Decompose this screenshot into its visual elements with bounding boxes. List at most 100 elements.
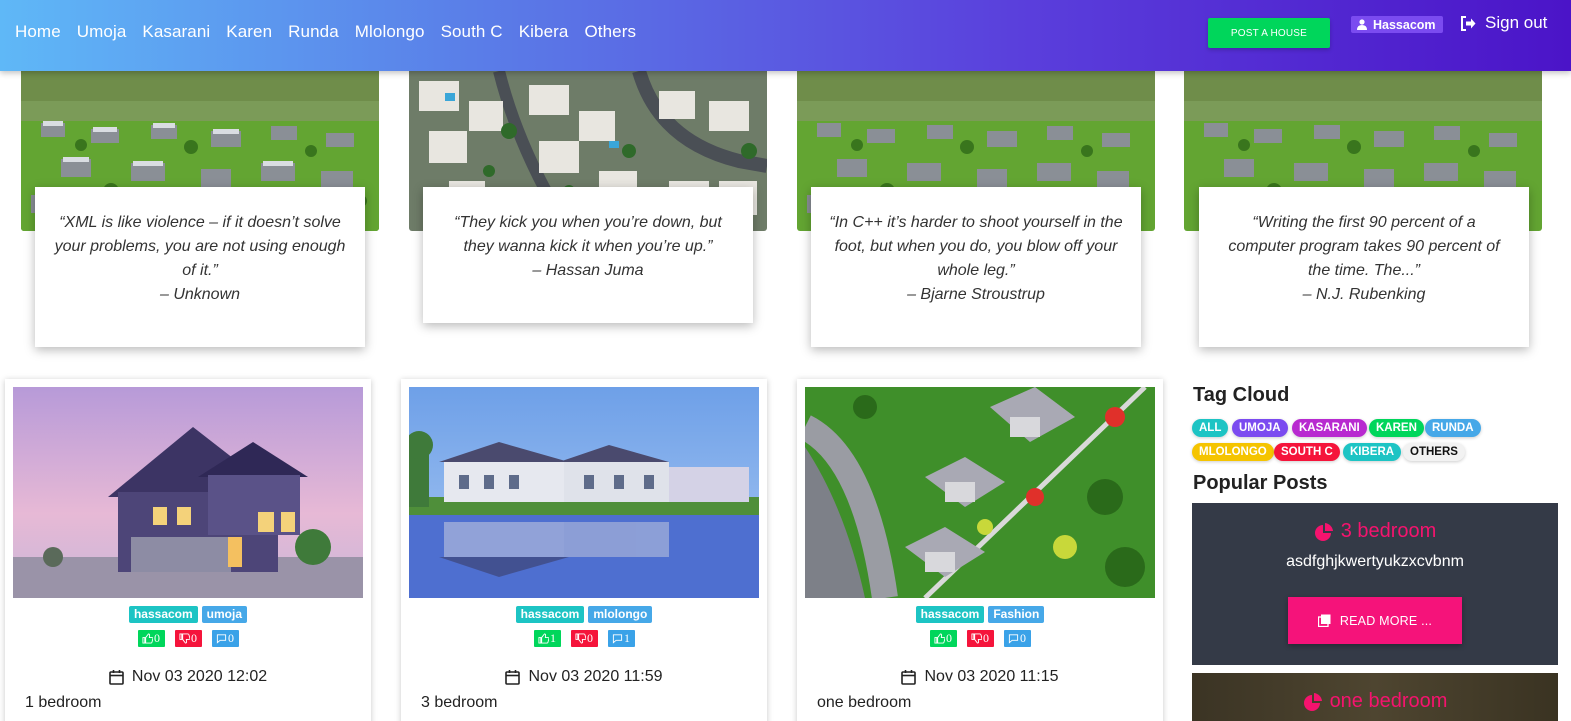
- like-button[interactable]: 0: [137, 630, 165, 647]
- calendar-icon: [109, 670, 124, 685]
- nav-link-mlolongo[interactable]: Mlolongo: [355, 22, 425, 42]
- post-image[interactable]: [409, 387, 759, 598]
- comment-icon: [612, 634, 623, 644]
- nav-links: Home Umoja Kasarani Karen Runda Mlolongo…: [15, 22, 652, 42]
- thumbs-up-icon: [934, 633, 945, 644]
- nav-link-others[interactable]: Others: [584, 22, 636, 42]
- calendar-icon: [505, 670, 521, 685]
- comment-count: 0: [228, 631, 234, 645]
- nav-link-south-c[interactable]: South C: [441, 22, 503, 42]
- sign-out-link[interactable]: Sign out: [1460, 13, 1547, 33]
- nav-link-umoja[interactable]: Umoja: [77, 22, 127, 42]
- post-reactions: 1 0 1: [401, 630, 767, 647]
- dislike-count: 0: [587, 631, 593, 645]
- sign-out-label: Sign out: [1485, 13, 1548, 32]
- sign-out-icon: [1461, 15, 1476, 31]
- user-badge[interactable]: Hassacom: [1351, 16, 1443, 33]
- testimonial-author: – Hassan Juma: [532, 262, 644, 279]
- post-image[interactable]: [13, 387, 363, 598]
- cloud-tag-mlolongo[interactable]: MLOLONGO: [1192, 443, 1274, 461]
- nav-link-home[interactable]: Home: [15, 22, 61, 42]
- cloud-tag-kibera[interactable]: KIBERA: [1343, 443, 1402, 461]
- post-card[interactable]: hassacom mlolongo 1 0 1 Nov 03 2020 11:5…: [401, 379, 767, 721]
- post-date-text: Nov 03 2020 11:15: [924, 668, 1059, 685]
- like-button[interactable]: 1: [533, 630, 561, 647]
- thumbs-down-icon: [179, 633, 190, 644]
- tag-location[interactable]: umoja: [201, 606, 248, 623]
- popular-post-1[interactable]: 3 bedroom asdfghjkwertyukzxcvbnm READ MO…: [1192, 503, 1558, 665]
- tag-cloud-heading: Tag Cloud: [1193, 384, 1290, 406]
- testimonial-quote: “Writing the first 90 percent of a compu…: [1228, 214, 1500, 279]
- nav-link-karen[interactable]: Karen: [226, 22, 272, 42]
- navbar: Home Umoja Kasarani Karen Runda Mlolongo…: [0, 0, 1571, 71]
- nav-link-kibera[interactable]: Kibera: [519, 22, 569, 42]
- tag-author[interactable]: hassacom: [915, 606, 985, 623]
- popular-post-2[interactable]: one bedroom: [1192, 673, 1558, 721]
- post-card[interactable]: hassacom Fashion 0 0 0 Nov 03 2020 11:15…: [797, 379, 1163, 721]
- popular-post-title-text: 3 bedroom: [1340, 520, 1437, 542]
- nav-link-runda[interactable]: Runda: [288, 22, 339, 42]
- thumbs-up-icon: [142, 633, 153, 644]
- post-title[interactable]: 1 bedroom: [25, 694, 102, 712]
- post-house-button[interactable]: POST A HOUSE: [1208, 18, 1330, 48]
- post-date: Nov 03 2020 12:02: [5, 668, 371, 686]
- dislike-button[interactable]: 0: [174, 630, 202, 647]
- tag-location[interactable]: mlolongo: [588, 606, 653, 623]
- dislike-count: 0: [983, 631, 989, 645]
- read-more-label: READ MORE ...: [1339, 613, 1433, 628]
- like-button[interactable]: 0: [929, 630, 957, 647]
- testimonial-author: – Bjarne Stroustrup: [907, 286, 1045, 303]
- popular-post-title[interactable]: one bedroom: [1192, 690, 1558, 713]
- testimonial-quote: “In C++ it’s harder to shoot yourself in…: [829, 214, 1123, 279]
- copy-icon: [1317, 614, 1331, 627]
- nav-link-kasarani[interactable]: Kasarani: [142, 22, 210, 42]
- post-card[interactable]: hassacom umoja 0 0 0 Nov 03 2020 12:02 1…: [5, 379, 371, 721]
- pie-chart-icon: [1303, 692, 1322, 711]
- popular-post-title-text: one bedroom: [1329, 690, 1448, 712]
- dislike-button[interactable]: 0: [570, 630, 598, 647]
- comment-button[interactable]: 0: [211, 630, 239, 647]
- tag-author[interactable]: hassacom: [128, 606, 198, 623]
- post-title[interactable]: 3 bedroom: [421, 694, 498, 712]
- read-more-button[interactable]: READ MORE ...: [1288, 597, 1462, 644]
- pie-chart-icon: [1314, 522, 1333, 541]
- post-date-text: Nov 03 2020 11:59: [528, 668, 663, 685]
- cloud-tag-all[interactable]: ALL: [1192, 419, 1229, 437]
- testimonial-card-4: “Writing the first 90 percent of a compu…: [1199, 187, 1529, 347]
- testimonial-quote: “They kick you when you’re down, but the…: [454, 214, 722, 255]
- popular-post-title[interactable]: 3 bedroom: [1192, 520, 1558, 543]
- popular-posts-heading: Popular Posts: [1193, 472, 1328, 494]
- cloud-tag-karen[interactable]: KAREN: [1369, 419, 1424, 437]
- cloud-tag-others[interactable]: OTHERS: [1403, 443, 1465, 461]
- post-date: Nov 03 2020 11:15: [797, 668, 1163, 686]
- cloud-tag-umoja[interactable]: UMOJA: [1232, 419, 1288, 437]
- post-tags: hassacom mlolongo: [401, 606, 767, 623]
- testimonial-card-2: “They kick you when you’re down, but the…: [423, 187, 753, 323]
- tag-category[interactable]: Fashion: [988, 606, 1045, 623]
- post-reactions: 0 0 0: [797, 630, 1163, 647]
- thumbs-down-icon: [575, 633, 586, 644]
- post-image[interactable]: [805, 387, 1155, 598]
- comment-button[interactable]: 0: [1003, 630, 1031, 647]
- popular-post-excerpt: asdfghjkwertyukzxcvbnm: [1286, 553, 1464, 570]
- comment-button[interactable]: 1: [607, 630, 635, 647]
- tag-author[interactable]: hassacom: [515, 606, 585, 623]
- cloud-tag-south-c[interactable]: SOUTH C: [1274, 443, 1340, 461]
- page: “XML is like violence – if it doesn’t so…: [0, 0, 1571, 721]
- thumbs-down-icon: [971, 633, 982, 644]
- post-tags: hassacom Fashion: [797, 606, 1163, 623]
- cloud-tag-kasarani[interactable]: KASARANI: [1292, 419, 1367, 437]
- comment-count: 0: [1020, 631, 1026, 645]
- testimonial-card-1: “XML is like violence – if it doesn’t so…: [35, 187, 365, 347]
- comment-count: 1: [624, 631, 630, 645]
- calendar-icon: [901, 670, 917, 685]
- dislike-button[interactable]: 0: [966, 630, 994, 647]
- post-title[interactable]: one bedroom: [817, 694, 911, 712]
- like-count: 0: [154, 631, 160, 645]
- testimonial-quote: “XML is like violence – if it doesn’t so…: [54, 214, 346, 279]
- testimonial-author: – Unknown: [159, 286, 241, 303]
- cloud-tag-runda[interactable]: RUNDA: [1425, 419, 1481, 437]
- post-date-text: Nov 03 2020 12:02: [131, 668, 268, 685]
- post-tags: hassacom umoja: [5, 606, 371, 623]
- dislike-count: 0: [191, 631, 197, 645]
